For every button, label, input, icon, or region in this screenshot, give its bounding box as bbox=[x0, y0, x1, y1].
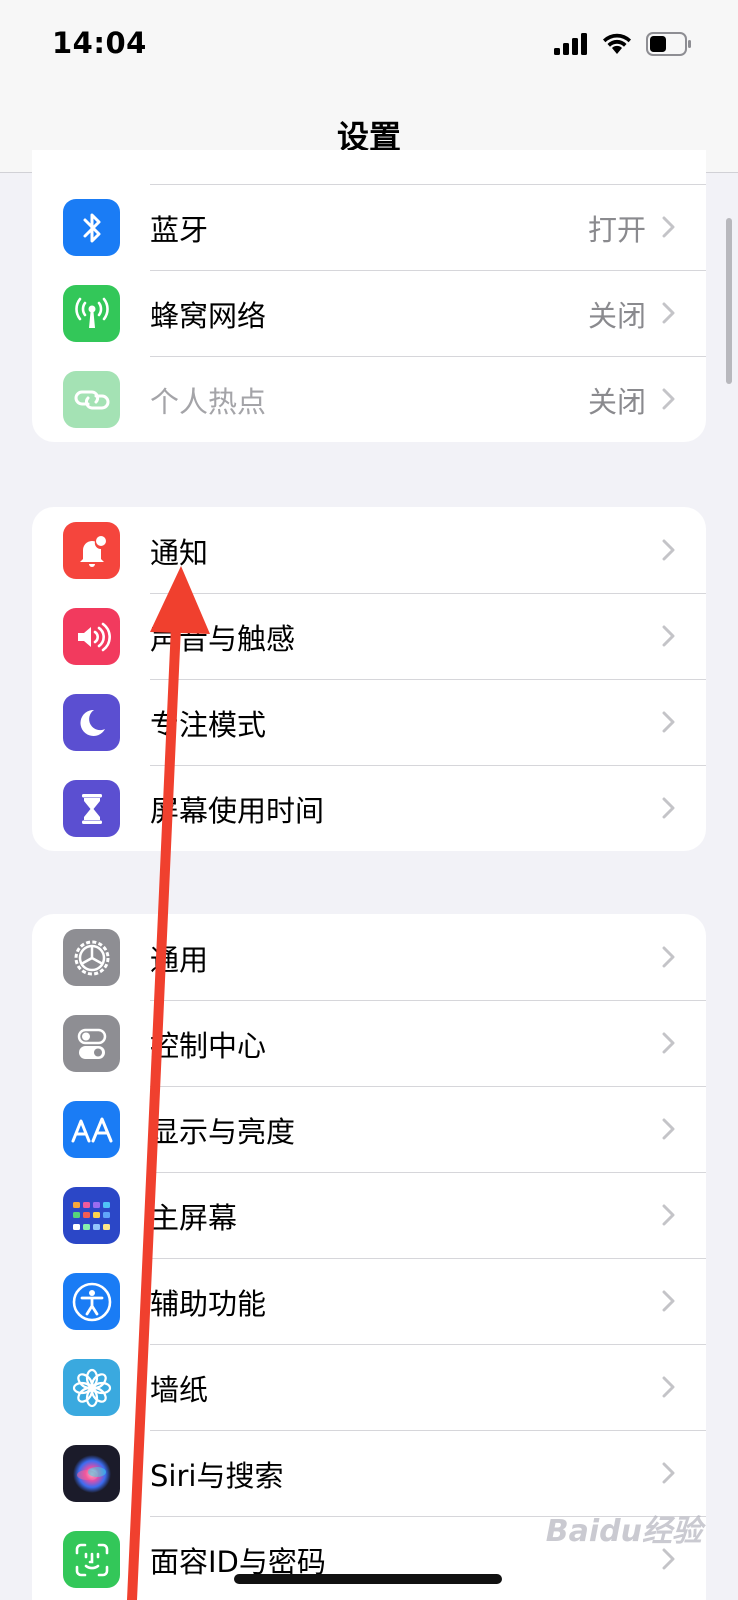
settings-row-control-center[interactable]: 控制中心 bbox=[32, 1000, 706, 1086]
settings-row-label: 主屏幕 bbox=[150, 1201, 238, 1235]
face-id-icon bbox=[63, 1531, 120, 1588]
chevron-right-icon bbox=[662, 1032, 675, 1054]
chevron-right-icon bbox=[662, 1204, 675, 1226]
settings-row-value: 关闭 bbox=[587, 299, 646, 333]
settings-row-cellular[interactable]: 蜂窝网络 关闭 bbox=[32, 270, 706, 356]
chevron-right-icon bbox=[662, 1462, 675, 1484]
chevron-right-icon bbox=[662, 946, 675, 968]
settings-row-label: 屏幕使用时间 bbox=[150, 794, 325, 828]
accessibility-person-icon bbox=[63, 1273, 120, 1330]
settings-row-notifications[interactable]: 通知 bbox=[32, 507, 706, 593]
settings-row-label: 个人热点 bbox=[150, 385, 267, 419]
settings-row-hotspot[interactable]: 个人热点 关闭 bbox=[32, 356, 706, 442]
scrollbar[interactable] bbox=[726, 218, 732, 384]
chevron-right-icon bbox=[662, 1118, 675, 1140]
speaker-icon bbox=[63, 608, 120, 665]
settings-row-sounds[interactable]: 声音与触感 bbox=[32, 593, 706, 679]
home-indicator[interactable] bbox=[234, 1574, 502, 1584]
text-size-aa-icon bbox=[63, 1101, 120, 1158]
settings-row-label: 蓝牙 bbox=[150, 213, 209, 247]
settings-row-bluetooth[interactable]: 蓝牙 打开 bbox=[32, 184, 706, 270]
settings-row-label: 蜂窝网络 bbox=[150, 299, 267, 333]
settings-row-label: 声音与触感 bbox=[150, 622, 296, 656]
chevron-right-icon bbox=[662, 302, 675, 324]
personal-hotspot-icon bbox=[63, 371, 120, 428]
battery-icon bbox=[646, 32, 691, 56]
notification-bell-icon bbox=[63, 522, 120, 579]
settings-row-home-screen[interactable]: 主屏幕 bbox=[32, 1172, 706, 1258]
status-bar: 14:04 bbox=[0, 0, 738, 90]
settings-row-display[interactable]: 显示与亮度 bbox=[32, 1086, 706, 1172]
chevron-right-icon bbox=[662, 1290, 675, 1312]
settings-row-general[interactable]: 通用 bbox=[32, 914, 706, 1000]
settings-row-label: 通用 bbox=[150, 943, 209, 977]
settings-row-label: 通知 bbox=[150, 536, 209, 570]
settings-row-siri[interactable]: Siri与搜索 bbox=[32, 1430, 706, 1516]
chevron-right-icon bbox=[662, 711, 675, 733]
settings-group-general: 通用 控制中心 显示与亮度 主屏幕 辅助功能 墙纸 Siri与搜索 面容ID与密… bbox=[32, 914, 706, 1600]
settings-row-label: 显示与亮度 bbox=[150, 1115, 296, 1149]
settings-group-connectivity: 蓝牙 打开 蜂窝网络 关闭 个人热点 关闭 bbox=[32, 150, 706, 442]
settings-row-value: 打开 bbox=[587, 213, 646, 247]
watermark: Baidu经验 bbox=[545, 1514, 702, 1549]
bluetooth-icon bbox=[63, 199, 120, 256]
settings-row-value: 关闭 bbox=[587, 385, 646, 419]
settings-row-focus[interactable]: 专注模式 bbox=[32, 679, 706, 765]
app-grid-icon bbox=[63, 1187, 120, 1244]
settings-row-label: 墙纸 bbox=[150, 1373, 209, 1407]
moon-icon bbox=[63, 694, 120, 751]
hourglass-icon bbox=[63, 780, 120, 837]
toggle-switches-icon bbox=[63, 1015, 120, 1072]
settings-row-label: 辅助功能 bbox=[150, 1287, 267, 1321]
settings-row-label: Siri与搜索 bbox=[150, 1459, 284, 1493]
chevron-right-icon bbox=[662, 797, 675, 819]
chevron-right-icon bbox=[662, 539, 675, 561]
settings-group-notifications: 通知 声音与触感 专注模式 屏幕使用时间 bbox=[32, 507, 706, 851]
settings-row-screen-time[interactable]: 屏幕使用时间 bbox=[32, 765, 706, 851]
flower-icon bbox=[63, 1359, 120, 1416]
chevron-right-icon bbox=[662, 1376, 675, 1398]
chevron-right-icon bbox=[662, 625, 675, 647]
settings-row-wallpaper[interactable]: 墙纸 bbox=[32, 1344, 706, 1430]
chevron-right-icon bbox=[662, 388, 675, 410]
settings-row-label: 控制中心 bbox=[150, 1029, 267, 1063]
status-icons bbox=[554, 32, 692, 56]
status-time: 14:04 bbox=[52, 26, 147, 60]
siri-orb-icon bbox=[63, 1445, 120, 1502]
chevron-right-icon bbox=[662, 216, 675, 238]
gear-icon bbox=[63, 929, 120, 986]
settings-row-label: 专注模式 bbox=[150, 708, 267, 742]
cellular-antenna-icon bbox=[63, 285, 120, 342]
chevron-right-icon bbox=[662, 1548, 675, 1570]
settings-row-partial bbox=[32, 150, 706, 184]
cellular-signal-icon bbox=[554, 33, 587, 55]
settings-row-accessibility[interactable]: 辅助功能 bbox=[32, 1258, 706, 1344]
wifi-icon bbox=[603, 33, 631, 54]
